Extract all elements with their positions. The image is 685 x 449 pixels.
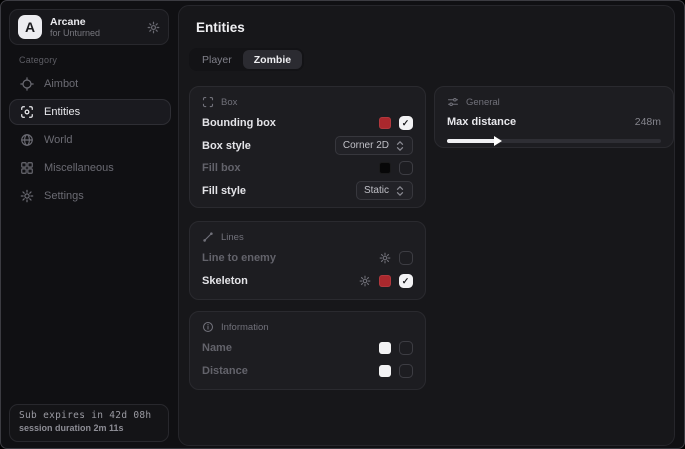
setting-row-fill-style: Fill style Static (202, 180, 413, 203)
setting-label: Bounding box (202, 117, 276, 129)
info-icon (202, 321, 214, 333)
setting-row-name: Name (202, 337, 413, 360)
color-swatch[interactable] (379, 275, 391, 287)
scan-icon (20, 105, 34, 119)
app-logo-card: A Arcane for Unturned (9, 9, 169, 45)
category-label: Category (19, 55, 57, 65)
section-title: Box (221, 97, 237, 108)
gear-icon (20, 189, 34, 203)
session-duration-text: session duration 2m 11s (19, 423, 159, 433)
fill-box-checkbox[interactable] (399, 161, 413, 175)
setting-row-box-style: Box style Corner 2D (202, 135, 413, 158)
sidebar-item-settings[interactable]: Settings (9, 183, 171, 209)
setting-label: Fill style (202, 185, 246, 197)
app-name: Arcane (50, 16, 147, 28)
name-checkbox[interactable] (399, 341, 413, 355)
sidebar-item-label: Settings (44, 190, 84, 202)
sliders-icon (447, 96, 459, 108)
subscription-card: Sub expires in 42d 08h session duration … (9, 404, 169, 442)
general-section-header: General (447, 96, 661, 108)
sidebar-item-miscellaneous[interactable]: Miscellaneous (9, 155, 171, 181)
sidebar-item-label: World (44, 134, 73, 146)
color-swatch[interactable] (379, 365, 391, 377)
crosshair-icon (20, 77, 34, 91)
box-section: Box Bounding box Box style Corner 2D (189, 86, 426, 208)
settings-gear-icon[interactable] (147, 21, 160, 34)
max-distance-row: Max distance 248m (447, 112, 661, 132)
globe-icon (20, 133, 34, 147)
sidebar-nav: Aimbot Entities World (9, 71, 171, 211)
sidebar-item-entities[interactable]: Entities (9, 99, 171, 125)
chevron-up-down-icon (395, 140, 405, 152)
diagonal-line-icon (202, 231, 214, 243)
skeleton-settings-gear-icon[interactable] (359, 275, 371, 287)
setting-row-line-to-enemy: Line to enemy (202, 247, 413, 270)
information-section: Information Name Distance (189, 311, 426, 390)
section-title: Lines (221, 232, 244, 243)
sidebar-item-label: Miscellaneous (44, 162, 114, 174)
color-swatch[interactable] (379, 117, 391, 129)
setting-label: Name (202, 342, 232, 354)
setting-row-distance: Distance (202, 360, 413, 383)
slider-fill (447, 139, 496, 143)
sidebar-item-label: Entities (44, 106, 80, 118)
setting-row-fill-box: Fill box (202, 157, 413, 180)
section-title: Information (221, 322, 269, 333)
general-section: General Max distance 248m (434, 86, 674, 148)
setting-label: Line to enemy (202, 252, 276, 264)
page-title: Entities (196, 20, 245, 35)
entity-tabs: Player Zombie (189, 48, 304, 71)
setting-label: Skeleton (202, 275, 248, 287)
sidebar-item-world[interactable]: World (9, 127, 171, 153)
sidebar-item-label: Aimbot (44, 78, 78, 90)
setting-label: Box style (202, 140, 251, 152)
box-section-header: Box (202, 96, 413, 108)
tab-player[interactable]: Player (191, 50, 243, 69)
grid-icon (20, 161, 34, 175)
slider-thumb[interactable] (494, 136, 502, 146)
setting-label: Fill box (202, 162, 241, 174)
dropdown-value: Static (364, 185, 389, 196)
lines-section-header: Lines (202, 231, 413, 243)
app-logo: A (18, 15, 42, 39)
app-title-block: Arcane for Unturned (50, 16, 147, 38)
app-subtitle: for Unturned (50, 28, 147, 38)
lines-section: Lines Line to enemy Skeleton (189, 221, 426, 300)
max-distance-slider[interactable] (447, 139, 661, 143)
color-swatch[interactable] (379, 342, 391, 354)
information-section-header: Information (202, 321, 413, 333)
line-to-enemy-checkbox[interactable] (399, 251, 413, 265)
setting-row-bounding-box: Bounding box (202, 112, 413, 135)
fill-style-dropdown[interactable]: Static (356, 181, 413, 200)
section-title: General (466, 97, 500, 108)
chevron-up-down-icon (395, 185, 405, 197)
app-window: A Arcane for Unturned Category A (0, 0, 685, 449)
line-settings-gear-icon[interactable] (379, 252, 391, 264)
slider-label: Max distance (447, 116, 516, 128)
sidebar: A Arcane for Unturned Category A (1, 1, 177, 448)
bounding-box-checkbox[interactable] (399, 116, 413, 130)
frame-corners-icon (202, 96, 214, 108)
tab-zombie[interactable]: Zombie (243, 50, 302, 69)
box-style-dropdown[interactable]: Corner 2D (335, 136, 413, 155)
setting-row-skeleton: Skeleton (202, 270, 413, 293)
setting-label: Distance (202, 365, 248, 377)
distance-checkbox[interactable] (399, 364, 413, 378)
slider-value: 248m (635, 116, 661, 128)
sub-expiry-text: Sub expires in 42d 08h (19, 410, 159, 421)
dropdown-value: Corner 2D (343, 140, 389, 151)
color-swatch[interactable] (379, 162, 391, 174)
main-panel: Entities Player Zombie Box Bounding box (178, 5, 675, 446)
sidebar-item-aimbot[interactable]: Aimbot (9, 71, 171, 97)
skeleton-checkbox[interactable] (399, 274, 413, 288)
